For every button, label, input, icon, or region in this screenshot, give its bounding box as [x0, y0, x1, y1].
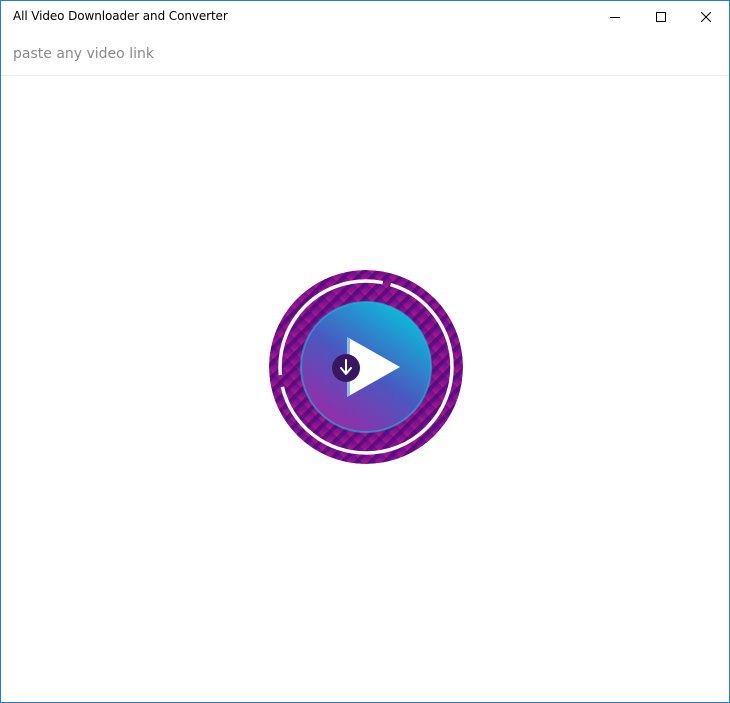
minimize-icon	[610, 17, 620, 18]
main-content	[1, 77, 729, 702]
minimize-button[interactable]	[592, 1, 638, 33]
close-button[interactable]	[683, 1, 729, 33]
window-title: All Video Downloader and Converter	[13, 9, 228, 23]
close-icon	[701, 12, 711, 22]
maximize-button[interactable]	[638, 1, 684, 33]
title-bar[interactable]: All Video Downloader and Converter	[1, 1, 729, 33]
app-window: All Video Downloader and Converter	[0, 0, 730, 703]
play-download-icon	[266, 267, 466, 467]
video-link-input[interactable]	[11, 41, 715, 67]
url-bar	[1, 33, 729, 76]
maximize-icon	[656, 12, 666, 22]
